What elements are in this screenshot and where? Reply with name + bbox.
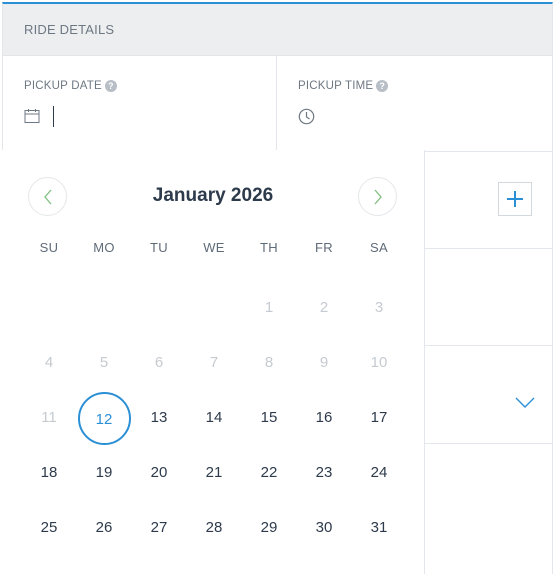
calendar-day[interactable]: 15 bbox=[249, 398, 289, 438]
chevron-down-icon[interactable] bbox=[515, 396, 535, 414]
calendar-day[interactable]: 23 bbox=[304, 453, 344, 493]
disabled-day: 11 bbox=[41, 409, 57, 426]
calendar-day[interactable]: 24 bbox=[359, 453, 399, 493]
section-title: RIDE DETAILS bbox=[24, 22, 115, 37]
calendar-icon bbox=[24, 108, 40, 129]
next-month-button[interactable] bbox=[358, 177, 397, 216]
weekday-label: WE bbox=[203, 240, 225, 255]
calendar-day[interactable]: 22 bbox=[249, 453, 289, 493]
calendar-day[interactable]: 14 bbox=[194, 398, 234, 438]
calendar-day[interactable]: 13 bbox=[139, 398, 179, 438]
weekday-label: TH bbox=[260, 240, 278, 255]
selected-day[interactable]: 12 bbox=[77, 391, 131, 445]
pickup-date-label: PICKUP DATE bbox=[24, 80, 102, 92]
help-icon[interactable]: ? bbox=[104, 80, 117, 92]
calendar-day[interactable]: 17 bbox=[359, 398, 399, 438]
weekday-label: FR bbox=[315, 240, 333, 255]
date-picker-calendar: January 2026 SU MO TU WE TH FR SA 1 2 3 4 5 6 7 8 9 10 1… bbox=[2, 150, 425, 574]
calendar-day[interactable]: 16 bbox=[304, 398, 344, 438]
pickup-date-field[interactable]: PICKUP DATE ? bbox=[3, 56, 277, 152]
disabled-day: 1 bbox=[264, 299, 274, 316]
select-row[interactable] bbox=[423, 346, 552, 444]
pickup-time-field[interactable]: PICKUP TIME ? bbox=[277, 56, 552, 152]
calendar-day[interactable]: 25 bbox=[29, 508, 69, 548]
weekday-label: MO bbox=[93, 240, 115, 255]
disabled-day: 5 bbox=[99, 354, 109, 371]
text-cursor bbox=[53, 106, 54, 127]
calendar-day[interactable]: 29 bbox=[249, 508, 289, 548]
disabled-day: 3 bbox=[374, 299, 384, 316]
calendar-day[interactable]: 28 bbox=[194, 508, 234, 548]
disabled-day: 8 bbox=[264, 354, 274, 371]
detail-row bbox=[423, 249, 552, 346]
calendar-day[interactable]: 27 bbox=[139, 508, 179, 548]
calendar-day[interactable]: 19 bbox=[84, 453, 124, 493]
calendar-day[interactable]: 21 bbox=[194, 453, 234, 493]
chevron-right-icon bbox=[374, 189, 382, 204]
calendar-day[interactable]: 18 bbox=[29, 453, 69, 493]
disabled-day: 9 bbox=[319, 354, 329, 371]
plus-icon bbox=[507, 191, 523, 207]
weekday-label: SA bbox=[370, 240, 388, 255]
calendar-day[interactable]: 26 bbox=[84, 508, 124, 548]
disabled-day: 6 bbox=[154, 354, 164, 371]
pickup-time-label: PICKUP TIME bbox=[298, 80, 374, 92]
disabled-day: 7 bbox=[209, 354, 219, 371]
disabled-day: 2 bbox=[319, 299, 329, 316]
calendar-day[interactable]: 31 bbox=[359, 508, 399, 548]
clock-icon bbox=[298, 108, 315, 130]
add-stop-button[interactable] bbox=[498, 182, 532, 216]
calendar-day[interactable]: 20 bbox=[139, 453, 179, 493]
pickup-time-label-row: PICKUP TIME ? bbox=[298, 80, 389, 92]
help-icon[interactable]: ? bbox=[376, 80, 389, 92]
disabled-day: 10 bbox=[370, 354, 388, 371]
calendar-day[interactable]: 30 bbox=[304, 508, 344, 548]
weekday-label: TU bbox=[150, 240, 168, 255]
disabled-day: 4 bbox=[44, 354, 54, 371]
section-header: RIDE DETAILS bbox=[3, 4, 552, 56]
stops-row bbox=[423, 152, 552, 249]
pickup-date-label-row: PICKUP DATE ? bbox=[24, 80, 117, 92]
weekday-label: SU bbox=[39, 240, 59, 255]
